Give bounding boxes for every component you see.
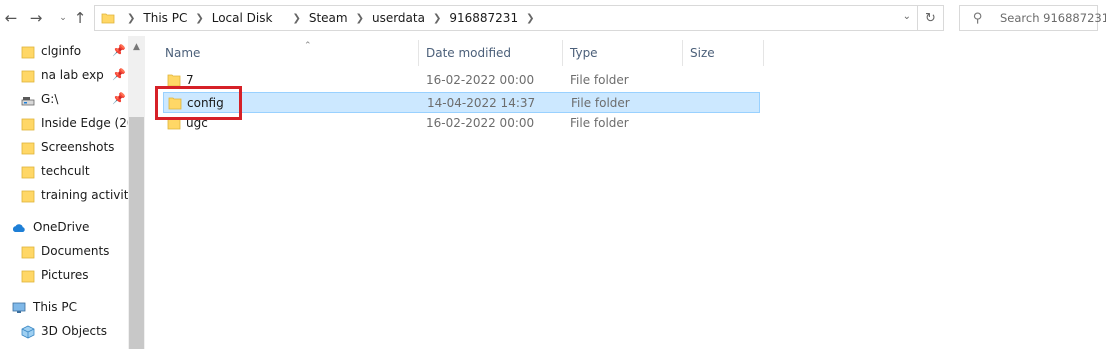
file-type: File folder — [570, 116, 629, 130]
nav-item-clginfo[interactable]: clginfo 📌 — [0, 40, 128, 64]
file-type: File folder — [571, 96, 630, 110]
folder-icon — [101, 13, 115, 24]
sort-ascending-icon: ⌃ — [304, 41, 312, 51]
up-arrow-icon: ↑ — [73, 9, 87, 27]
nav-item-label: 3D Objects — [41, 324, 108, 338]
folder-icon — [21, 118, 35, 131]
chevron-right-icon[interactable]: ❯ — [350, 13, 370, 24]
column-divider[interactable] — [682, 40, 683, 66]
nav-item-label: This PC — [33, 300, 77, 314]
column-divider[interactable] — [763, 40, 764, 66]
breadcrumb-this-pc[interactable]: This PC — [141, 11, 189, 25]
nav-item-onedrive[interactable]: OneDrive — [0, 216, 128, 240]
nav-item-this-pc[interactable]: This PC — [0, 296, 128, 320]
file-date: 14-04-2022 14:37 — [427, 96, 536, 110]
nav-item-label: G:\ — [41, 92, 59, 106]
chevron-down-icon: ⌄ — [59, 13, 67, 23]
column-header-size[interactable]: Size — [690, 42, 715, 64]
file-type: File folder — [570, 73, 629, 87]
nav-item-label: Documents — [41, 244, 110, 258]
nav-item-3d-objects[interactable]: 3D Objects — [0, 320, 128, 344]
scroll-up-icon[interactable]: ▲ — [128, 42, 145, 52]
computer-icon — [12, 302, 26, 313]
nav-item-label: training activitie — [41, 188, 128, 202]
forward-button[interactable]: → — [27, 8, 45, 28]
chevron-right-icon[interactable]: ❯ — [520, 13, 540, 24]
table-row[interactable]: 7 16-02-2022 00:00 File folder — [163, 70, 760, 91]
refresh-icon: ↻ — [925, 10, 936, 26]
nav-item-documents[interactable]: Documents — [0, 240, 128, 264]
forward-arrow-icon: → — [29, 9, 43, 27]
chevron-right-icon[interactable]: ❯ — [121, 13, 141, 24]
address-toolbar: ← → ⌄ ↑ ❯ This PC ❯ Local Disk ❯ Steam ❯… — [0, 0, 1106, 36]
annotation-highlight-box — [155, 86, 242, 120]
nav-item-g-drive[interactable]: G:\ 📌 — [0, 88, 128, 112]
column-header-type[interactable]: Type — [570, 42, 598, 64]
nav-scrollbar[interactable]: ▲ — [128, 36, 145, 349]
up-button[interactable]: ↑ — [71, 8, 89, 28]
breadcrumb-916887231[interactable]: 916887231 — [447, 11, 520, 25]
nav-item-training-activities[interactable]: training activitie — [0, 184, 128, 208]
chevron-right-icon[interactable]: ❯ — [189, 13, 209, 24]
column-header-date-modified[interactable]: Date modified — [426, 42, 511, 64]
breadcrumb-local-disk[interactable]: Local Disk — [210, 11, 275, 25]
table-row[interactable]: ugc 16-02-2022 00:00 File folder — [163, 113, 760, 134]
nav-item-label: clginfo — [41, 44, 82, 58]
file-list: ⌃ Name Date modified Type Size 7 16-02-2… — [145, 36, 1106, 349]
nav-item-na-lab-exp[interactable]: na lab exp 📌 — [0, 64, 128, 88]
breadcrumb: ❯ This PC ❯ Local Disk ❯ Steam ❯ userdat… — [121, 6, 540, 30]
cloud-icon — [12, 224, 25, 232]
nav-item-label: Screenshots — [41, 140, 115, 154]
search-icon: ⚲ — [973, 11, 983, 26]
pin-icon[interactable]: 📌 — [112, 44, 126, 57]
drive-icon — [21, 97, 35, 106]
search-placeholder: Search 916887231 — [1000, 11, 1106, 25]
nav-item-inside-edge[interactable]: Inside Edge (201 — [0, 112, 128, 136]
pin-icon[interactable]: 📌 — [112, 92, 126, 105]
search-input[interactable]: ⚲ Search 916887231 — [959, 5, 1106, 31]
pin-icon[interactable]: 📌 — [112, 68, 126, 81]
cube-icon — [21, 325, 35, 339]
folder-icon — [21, 70, 35, 83]
address-dropdown-icon[interactable]: ⌄ — [903, 11, 911, 22]
address-bar[interactable]: ❯ This PC ❯ Local Disk ❯ Steam ❯ userdat… — [94, 5, 918, 31]
folder-icon — [21, 166, 35, 179]
navigation-pane: clginfo 📌 na lab exp 📌 G:\ 📌 Inside Edge… — [0, 36, 145, 349]
nav-item-techcult[interactable]: techcult — [0, 160, 128, 184]
recent-locations-button[interactable]: ⌄ — [54, 8, 72, 28]
chevron-right-icon[interactable]: ❯ — [274, 13, 306, 24]
breadcrumb-userdata[interactable]: userdata — [370, 11, 427, 25]
nav-item-screenshots[interactable]: Screenshots — [0, 136, 128, 160]
folder-icon — [21, 46, 35, 59]
file-name: 7 — [186, 73, 194, 87]
table-row-selected[interactable]: config 14-04-2022 14:37 File folder — [163, 92, 760, 113]
nav-item-label: Inside Edge (201 — [41, 116, 128, 130]
folder-icon — [21, 142, 35, 155]
refresh-button[interactable]: ↻ — [918, 5, 944, 31]
folder-icon — [21, 190, 35, 203]
column-divider[interactable] — [562, 40, 563, 66]
column-header-name[interactable]: ⌃ Name — [165, 41, 312, 64]
chevron-right-icon[interactable]: ❯ — [427, 13, 447, 24]
nav-item-label: techcult — [41, 164, 90, 178]
column-divider[interactable] — [418, 40, 419, 66]
nav-item-label: OneDrive — [33, 220, 90, 234]
file-date: 16-02-2022 00:00 — [426, 73, 535, 87]
file-date: 16-02-2022 00:00 — [426, 116, 535, 130]
back-arrow-icon: ← — [4, 9, 18, 27]
folder-icon — [21, 270, 35, 283]
folder-icon — [21, 246, 35, 259]
back-button[interactable]: ← — [2, 8, 20, 28]
nav-item-label: na lab exp — [41, 68, 104, 82]
breadcrumb-steam[interactable]: Steam — [307, 11, 350, 25]
nav-item-label: Pictures — [41, 268, 89, 282]
scrollbar-thumb[interactable] — [129, 117, 144, 349]
nav-item-pictures[interactable]: Pictures — [0, 264, 128, 288]
